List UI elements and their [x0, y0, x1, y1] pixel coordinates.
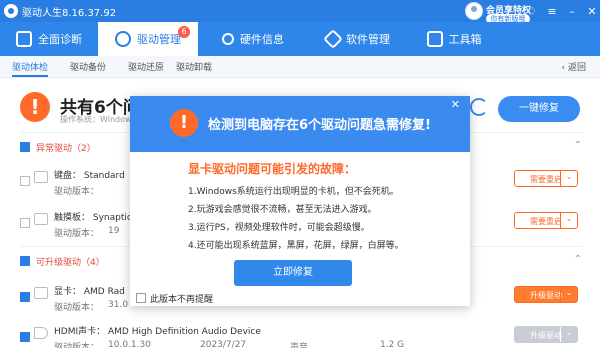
chevron-up-icon[interactable]: ⌃	[574, 254, 582, 265]
tab-label: 工具箱	[448, 33, 482, 46]
close-icon[interactable]: ✕	[584, 5, 600, 18]
refresh-icon[interactable]	[470, 98, 488, 116]
driver-row-hdmi-audio: HDMI声卡： AMD High Definition Audio Device…	[20, 322, 582, 348]
warning-icon: !	[170, 109, 198, 137]
main-nav: 全面诊断 驱动管理 6 硬件信息 软件管理 工具箱	[0, 22, 600, 56]
dialog-subtitle: 显卡驱动问题可能引发的故障：	[188, 162, 357, 176]
minimize-icon[interactable]: –	[564, 5, 580, 18]
notification-badge: 6	[178, 26, 190, 38]
one-key-fix-button[interactable]: 一键修复	[498, 96, 580, 122]
tab-software-management[interactable]: 软件管理	[308, 22, 408, 56]
dialog-title: 检测到电脑存在6个驱动问题急需修复!	[208, 118, 431, 133]
os-info: 操作系统：Windows	[60, 115, 136, 124]
problem-item: 1.Windows系统运行出现明显的卡机，但不会死机。	[188, 187, 399, 197]
driver-version-label: 驱动版本：	[54, 343, 100, 348]
driver-date: 2023/7/27	[200, 340, 247, 348]
driver-name: HDMI声卡： AMD High Definition Audio Device	[54, 327, 261, 337]
driver-name: 键盘： Standard	[54, 171, 125, 181]
keyboard-icon	[34, 171, 48, 183]
problem-item: 3.运行PS，视频处理软件时，可能会超级慢。	[188, 223, 370, 233]
tab-driver-management[interactable]: 驱动管理 6	[98, 22, 198, 56]
upgrade-driver-button[interactable]: 升级驱动	[514, 286, 578, 303]
tab-label: 软件管理	[346, 33, 390, 46]
user-avatar[interactable]	[465, 2, 483, 20]
subtab-driver-uninstall[interactable]: 驱动卸载	[176, 60, 212, 73]
driver-size: 1.2 G	[380, 340, 405, 348]
fix-now-button[interactable]: 立即修复	[234, 260, 352, 286]
title-bar: 驱动人生8.16.37.92 会员享特权 你有新版哦 ♢ ≡ – ✕	[0, 0, 600, 24]
back-link[interactable]: ‹ 返回	[562, 60, 586, 73]
tab-label: 全面诊断	[38, 33, 82, 46]
driver-version: 31.0	[108, 300, 129, 310]
gear-icon	[115, 31, 131, 47]
restart-required-button[interactable]: 需要重启	[514, 212, 578, 229]
section-checkbox[interactable]	[20, 142, 30, 152]
software-icon	[323, 29, 343, 49]
subtab-driver-check[interactable]: 驱动体检	[12, 60, 49, 77]
app-title: 驱动人生8.16.37.92	[22, 8, 117, 19]
restart-required-button[interactable]: 需要重启	[514, 170, 578, 187]
driver-version: 19	[108, 226, 120, 236]
close-icon[interactable]: ✕	[451, 98, 460, 111]
menu-icon[interactable]: ≡	[544, 5, 560, 18]
back-label: 返回	[567, 63, 586, 73]
tab-label: 驱动管理	[137, 33, 181, 46]
driver-version-label: 驱动版本：	[54, 229, 100, 239]
hardware-icon	[222, 33, 234, 45]
upgrade-driver-button[interactable]: 升级驱动	[514, 326, 578, 343]
no-remind-label: 此版本不再提醒	[150, 295, 214, 305]
problem-item: 4.还可能出现系统蓝屏，黑屏，花屏，绿屏，白屏等。	[188, 241, 404, 251]
tab-full-diagnosis[interactable]: 全面诊断	[0, 22, 98, 56]
no-remind-option[interactable]: 此版本不再提醒	[136, 292, 213, 305]
driver-name: 显卡： AMD Rad	[54, 287, 125, 297]
driver-version-label: 驱动版本：	[54, 303, 100, 313]
section-checkbox[interactable]	[20, 256, 30, 266]
driver-name: 触摸板： Synaptic	[54, 213, 132, 223]
section-label: 异常驱动（2）	[36, 144, 96, 154]
driver-category: 声音	[290, 343, 309, 348]
tab-toolbox[interactable]: 工具箱	[408, 22, 500, 56]
bell-icon[interactable]: ♢	[524, 5, 540, 18]
touchpad-icon	[34, 213, 48, 225]
toolbox-icon	[426, 31, 443, 47]
driver-problem-dialog: ! 检测到电脑存在6个驱动问题急需修复! ✕ 显卡驱动问题可能引发的故障： 1.…	[130, 96, 470, 306]
driver-version-label: 驱动版本：	[54, 187, 100, 197]
tab-label: 硬件信息	[240, 33, 284, 46]
warning-icon: !	[20, 92, 50, 122]
row-checkbox[interactable]	[20, 292, 30, 302]
sub-tabs: 驱动体检 驱动备份 驱动还原 驱动卸载 ‹ 返回	[0, 56, 600, 78]
subtab-driver-restore[interactable]: 驱动还原	[128, 60, 164, 73]
speaker-icon	[34, 327, 48, 339]
row-checkbox[interactable]	[20, 218, 30, 228]
section-label: 可升级驱动（4）	[36, 258, 105, 268]
graphics-card-icon	[34, 287, 48, 299]
dialog-header: ! 检测到电脑存在6个驱动问题急需修复! ✕	[130, 96, 470, 152]
driver-version: 10.0.1.30	[108, 340, 151, 348]
chevron-up-icon[interactable]: ⌃	[574, 140, 582, 151]
app-logo-icon	[4, 4, 18, 18]
row-checkbox[interactable]	[20, 332, 30, 342]
no-remind-checkbox[interactable]	[136, 293, 146, 303]
tab-hardware-info[interactable]: 硬件信息	[198, 22, 308, 56]
monitor-icon	[16, 31, 32, 47]
subtab-driver-backup[interactable]: 驱动备份	[70, 60, 106, 73]
row-checkbox[interactable]	[20, 176, 30, 186]
problem-item: 2.玩游戏会感觉很不流畅，甚至无法进入游戏。	[188, 205, 377, 215]
